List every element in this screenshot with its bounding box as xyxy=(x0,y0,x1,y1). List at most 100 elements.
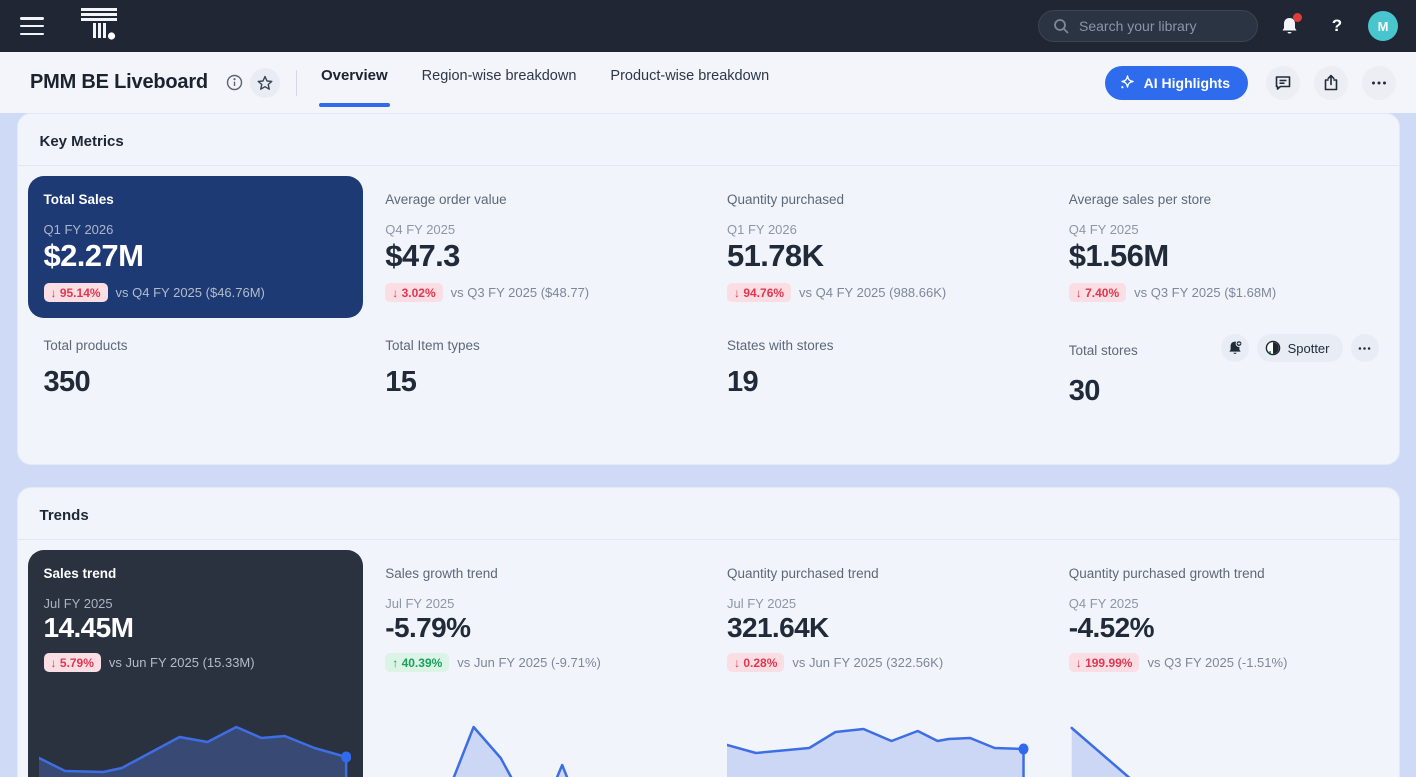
kpi-card-total-item-types[interactable]: Total Item types 15 xyxy=(369,324,705,424)
kpi-period: Q1 FY 2026 xyxy=(44,222,348,237)
change-comparison: vs Jun FY 2025 (322.56K) xyxy=(792,655,943,670)
share-icon[interactable] xyxy=(1314,66,1348,100)
kpi-title: States with stores xyxy=(727,338,1031,353)
trend-card-quantity-purchased-trend[interactable]: Quantity purchased trend Jul FY 2025 321… xyxy=(711,550,1047,777)
trend-card-quantity-purchased-growth-trend[interactable]: Quantity purchased growth trend Q4 FY 20… xyxy=(1053,550,1389,777)
thoughtspot-logo-icon[interactable] xyxy=(80,6,118,47)
kpi-value: 19 xyxy=(727,366,1031,399)
change-badge: ↓ 0.28% xyxy=(727,653,784,672)
trend-value: 14.45M xyxy=(44,612,348,644)
liveboard-header: PMM BE Liveboard Overview Region-wise br… xyxy=(0,52,1416,113)
trends-panel: Trends Sales trend Jul FY 2025 14.45M ↓ … xyxy=(17,487,1400,777)
kpi-title: Average order value xyxy=(385,192,689,207)
search-placeholder: Search your library xyxy=(1079,18,1197,34)
change-comparison: vs Jun FY 2025 (15.33M) xyxy=(109,655,255,670)
kpi-title: Total products xyxy=(44,338,348,353)
sparkline-chart xyxy=(727,720,1031,777)
spotter-button[interactable]: Spotter xyxy=(1257,334,1343,362)
key-metrics-title: Key Metrics xyxy=(18,114,1399,166)
trends-body: Sales trend Jul FY 2025 14.45M ↓ 5.79% v… xyxy=(18,540,1399,777)
kpi-title: Total Item types xyxy=(385,338,689,353)
trend-change: ↓ 199.99% vs Q3 FY 2025 (-1.51%) xyxy=(1069,653,1373,672)
kpi-card-total-stores[interactable]: Total stores xyxy=(1053,324,1389,424)
kpi-change: ↓ 95.14% vs Q4 FY 2025 ($46.76M) xyxy=(44,283,348,302)
kpi-alert-bell-icon[interactable] xyxy=(1221,334,1249,362)
kpi-value: $2.27M xyxy=(44,238,348,274)
trend-value: -5.79% xyxy=(385,612,689,644)
trends-row: Sales trend Jul FY 2025 14.45M ↓ 5.79% v… xyxy=(28,550,1389,777)
kpi-card-total-sales[interactable]: Total Sales Q1 FY 2026 $2.27M ↓ 95.14% v… xyxy=(28,176,364,318)
card-hover-toolbar: Spotter xyxy=(1221,334,1379,362)
trend-title: Quantity purchased trend xyxy=(727,566,1031,581)
kpi-title: Average sales per store xyxy=(1069,192,1373,207)
notifications-bell-icon[interactable] xyxy=(1272,9,1306,43)
favorite-star-icon[interactable] xyxy=(250,68,280,98)
change-badge: ↓ 7.40% xyxy=(1069,283,1126,302)
kpi-value: $1.56M xyxy=(1069,238,1373,274)
hamburger-menu-icon[interactable] xyxy=(20,17,44,35)
key-metrics-body: Total Sales Q1 FY 2026 $2.27M ↓ 95.14% v… xyxy=(18,166,1399,464)
library-search-input[interactable]: Search your library xyxy=(1038,10,1258,42)
header-divider xyxy=(296,70,297,96)
search-icon xyxy=(1053,18,1069,34)
kpi-card-quantity-purchased[interactable]: Quantity purchased Q1 FY 2026 51.78K ↓ 9… xyxy=(711,176,1047,318)
trend-period: Jul FY 2025 xyxy=(727,596,1031,611)
change-badge: ↑ 40.39% xyxy=(385,653,449,672)
kpi-card-average-order-value[interactable]: Average order value Q4 FY 2025 $47.3 ↓ 3… xyxy=(369,176,705,318)
tab-product-wise-breakdown[interactable]: Product-wise breakdown xyxy=(608,52,771,113)
sparkline-chart xyxy=(1069,720,1373,777)
trend-change: ↓ 5.79% vs Jun FY 2025 (15.33M) xyxy=(44,653,348,672)
trend-value: 321.64K xyxy=(727,612,1031,644)
kpi-change: ↓ 94.76% vs Q4 FY 2025 (988.66K) xyxy=(727,283,1031,302)
sparkline-chart xyxy=(385,720,689,777)
liveboard-tabs: Overview Region-wise breakdown Product-w… xyxy=(319,52,771,113)
kpi-value: 51.78K xyxy=(727,238,1031,274)
change-comparison: vs Q4 FY 2025 (988.66K) xyxy=(799,285,946,300)
key-metrics-row-2: Total products 350 Total Item types 15 S… xyxy=(28,324,1389,424)
page-content: Key Metrics Total Sales Q1 FY 2026 $2.27… xyxy=(0,113,1416,777)
kpi-period: Q1 FY 2026 xyxy=(727,222,1031,237)
avatar-initial: M xyxy=(1378,19,1389,34)
kpi-card-average-sales-per-store[interactable]: Average sales per store Q4 FY 2025 $1.56… xyxy=(1053,176,1389,318)
change-comparison: vs Q4 FY 2025 ($46.76M) xyxy=(116,285,265,300)
kpi-change: ↓ 3.02% vs Q3 FY 2025 ($48.77) xyxy=(385,283,689,302)
spotter-label: Spotter xyxy=(1288,341,1330,356)
help-icon[interactable]: ? xyxy=(1320,9,1354,43)
user-avatar[interactable]: M xyxy=(1368,11,1398,41)
kpi-card-states-with-stores[interactable]: States with stores 19 xyxy=(711,324,1047,424)
top-navbar: Search your library ? M xyxy=(0,0,1416,52)
kpi-period: Q4 FY 2025 xyxy=(385,222,689,237)
trend-change: ↓ 0.28% vs Jun FY 2025 (322.56K) xyxy=(727,653,1031,672)
kpi-value: 350 xyxy=(44,366,348,399)
trend-change: ↑ 40.39% vs Jun FY 2025 (-9.71%) xyxy=(385,653,689,672)
kpi-value: 30 xyxy=(1069,375,1373,408)
trend-card-sales-trend[interactable]: Sales trend Jul FY 2025 14.45M ↓ 5.79% v… xyxy=(28,550,364,777)
card-more-options-icon[interactable] xyxy=(1351,334,1379,362)
change-badge: ↓ 94.76% xyxy=(727,283,791,302)
notification-badge xyxy=(1293,13,1302,22)
trend-card-sales-growth-trend[interactable]: Sales growth trend Jul FY 2025 -5.79% ↑ … xyxy=(369,550,705,777)
kpi-value: $47.3 xyxy=(385,238,689,274)
tab-region-wise-breakdown[interactable]: Region-wise breakdown xyxy=(420,52,579,113)
ai-highlights-button[interactable]: AI Highlights xyxy=(1105,66,1248,100)
trend-title: Sales growth trend xyxy=(385,566,689,581)
trend-period: Jul FY 2025 xyxy=(385,596,689,611)
more-options-icon[interactable] xyxy=(1362,66,1396,100)
trend-title: Quantity purchased growth trend xyxy=(1069,566,1373,581)
info-icon[interactable] xyxy=(220,68,250,98)
kpi-title: Total Sales xyxy=(44,192,348,207)
tab-overview[interactable]: Overview xyxy=(319,52,390,113)
key-metrics-row-1: Total Sales Q1 FY 2026 $2.27M ↓ 95.14% v… xyxy=(28,176,1389,318)
page-title: PMM BE Liveboard xyxy=(30,71,208,94)
change-comparison: vs Q3 FY 2025 (-1.51%) xyxy=(1147,655,1287,670)
trends-title: Trends xyxy=(18,488,1399,540)
comments-icon[interactable] xyxy=(1266,66,1300,100)
trend-period: Q4 FY 2025 xyxy=(1069,596,1373,611)
kpi-card-total-products[interactable]: Total products 350 xyxy=(28,324,364,424)
kpi-change: ↓ 7.40% vs Q3 FY 2025 ($1.68M) xyxy=(1069,283,1373,302)
trend-period: Jul FY 2025 xyxy=(44,596,348,611)
kpi-value: 15 xyxy=(385,366,689,399)
change-badge: ↓ 3.02% xyxy=(385,283,442,302)
key-metrics-panel: Key Metrics Total Sales Q1 FY 2026 $2.27… xyxy=(17,113,1400,465)
trend-value: -4.52% xyxy=(1069,612,1373,644)
